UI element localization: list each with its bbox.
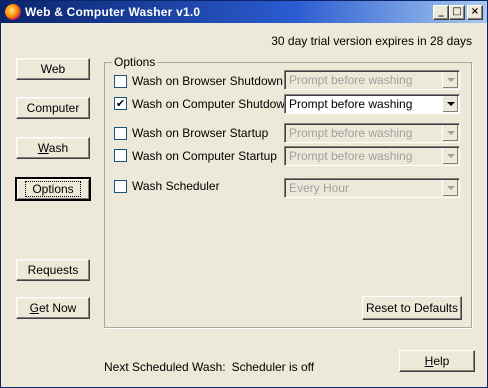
window-title: Web & Computer Washer v1.0 [25, 5, 201, 19]
web-button[interactable]: Web [16, 58, 90, 80]
wash-browser-startup-select[interactable]: Prompt before washing [284, 123, 460, 143]
reset-to-defaults-button[interactable]: Reset to Defaults [362, 296, 462, 320]
options-label: Options [25, 181, 81, 197]
computer-button[interactable]: Computer [16, 97, 90, 119]
chevron-down-icon[interactable] [442, 180, 458, 196]
combo-value: Prompt before washing [289, 149, 413, 163]
wash-button[interactable]: Wash [16, 137, 90, 159]
combo-value: Prompt before washing [289, 73, 413, 87]
wash-browser-shutdown-select[interactable]: Prompt before washing [284, 70, 460, 90]
next-scheduled-wash: Next Scheduled Wash: Scheduler is off [104, 360, 314, 374]
minimize-button[interactable]: _ [433, 5, 449, 20]
wash-scheduler-checkbox[interactable] [114, 180, 127, 193]
wash-computer-shutdown-label: Wash on Computer Shutdown [132, 97, 292, 111]
wash-computer-shutdown-select[interactable]: Prompt before washing [284, 94, 460, 114]
chevron-down-icon[interactable] [442, 125, 458, 141]
wash-browser-startup-checkbox[interactable] [114, 127, 127, 140]
chevron-down-icon[interactable] [442, 72, 458, 88]
wash-scheduler-label: Wash Scheduler [132, 179, 220, 193]
combo-value: Prompt before washing [289, 126, 413, 140]
get-now-button[interactable]: Get Now [16, 297, 90, 319]
wash-accel: W [37, 141, 49, 155]
next-wash-label: Next Scheduled Wash: [104, 360, 226, 374]
wash-computer-shutdown-checkbox[interactable]: ✔ [114, 97, 127, 110]
get-now-label: et Now [38, 301, 77, 315]
app-logo-icon [5, 4, 21, 20]
wash-computer-startup-label: Wash on Computer Startup [132, 149, 277, 163]
options-group-title: Options [112, 55, 158, 69]
wash-browser-startup-label: Wash on Browser Startup [132, 126, 269, 140]
combo-value: Every Hour [289, 181, 350, 195]
options-button[interactable]: Options [15, 177, 91, 201]
requests-button[interactable]: Requests [16, 259, 90, 281]
trial-notice: 30 day trial version expires in 28 days [271, 34, 472, 48]
wash-browser-shutdown-label: Wash on Browser Shutdown [132, 74, 283, 88]
next-wash-value: Scheduler is off [231, 360, 315, 374]
help-button[interactable]: Help [399, 350, 475, 372]
title-bar[interactable]: Web & Computer Washer v1.0 _ □ × [1, 1, 487, 23]
wash-label: ash [48, 141, 69, 155]
maximize-button[interactable]: □ [449, 5, 465, 20]
close-button[interactable]: × [467, 5, 483, 20]
combo-value: Prompt before washing [289, 97, 413, 111]
help-label: elp [433, 354, 450, 368]
wash-computer-startup-select[interactable]: Prompt before washing [284, 146, 460, 166]
wash-computer-startup-checkbox[interactable] [114, 149, 127, 162]
chevron-down-icon[interactable] [442, 96, 458, 112]
get-now-accel: G [29, 301, 39, 315]
wash-scheduler-select[interactable]: Every Hour [284, 178, 460, 198]
chevron-down-icon[interactable] [442, 148, 458, 164]
wash-browser-shutdown-checkbox[interactable] [114, 75, 127, 88]
